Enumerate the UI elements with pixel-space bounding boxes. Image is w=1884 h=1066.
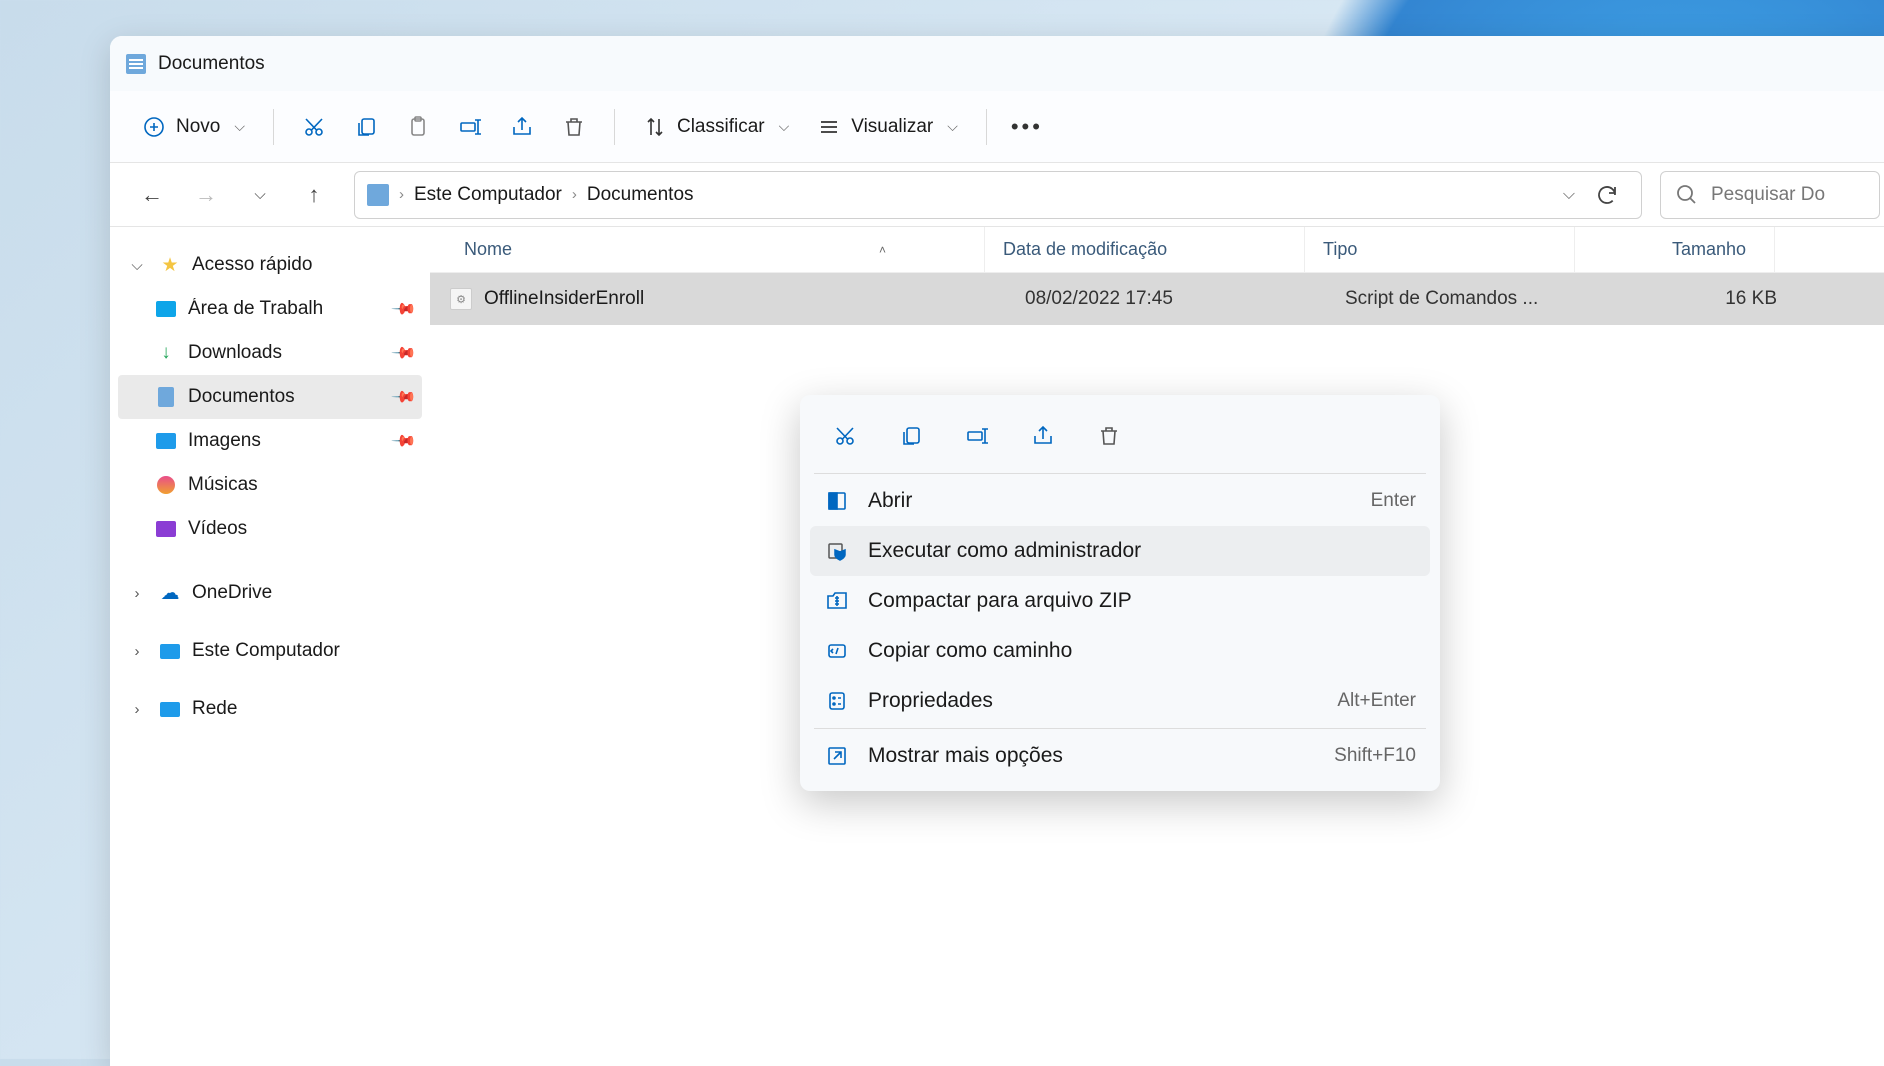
chevron-down-icon: ⌵ [126,257,148,274]
expand-icon [824,743,850,769]
titlebar: Documentos [110,36,1884,91]
pin-icon: 📌 [390,383,418,411]
up-button[interactable]: ↑ [292,173,336,217]
context-menu: Abrir Enter Executar como administrador … [800,395,1440,791]
sidebar-documents[interactable]: Documentos 📌 [118,375,422,419]
column-type[interactable]: Tipo [1305,227,1575,272]
copy-icon [354,115,378,139]
cloud-icon: ☁ [158,581,182,605]
chevron-right-icon: › [126,585,148,602]
file-row[interactable]: ⚙ OfflineInsiderEnroll 08/02/2022 17:45 … [430,273,1884,325]
breadcrumb-current[interactable]: Documentos [587,184,694,206]
properties-icon [824,688,850,714]
column-name[interactable]: Nome˄ [430,227,985,272]
more-icon: ••• [1015,115,1039,139]
sort-icon [643,115,667,139]
path-icon [824,638,850,664]
document-icon [154,385,178,409]
ctx-delete-button[interactable] [1088,415,1130,457]
toolbar: Novo ⌵ Classificar ⌵ Visualizar ⌵ ••• [110,91,1884,163]
chevron-down-icon: ⌵ [779,118,790,135]
more-button[interactable]: ••• [1003,107,1051,147]
file-type: Script de Comandos ... [1327,288,1597,310]
ctx-properties[interactable]: Propriedades Alt+Enter [810,676,1430,726]
rename-button[interactable] [446,107,494,147]
open-icon [824,488,850,514]
search-box[interactable]: Pesquisar Do [1660,171,1880,219]
sidebar-music[interactable]: Músicas [118,463,422,507]
sidebar-thispc[interactable]: › Este Computador [118,629,422,673]
address-bar[interactable]: › Este Computador › Documentos ⌵ [354,171,1642,219]
ctx-share-button[interactable] [1022,415,1064,457]
script-file-icon: ⚙ [450,288,472,310]
chevron-down-icon: ⌵ [234,118,245,135]
paste-button[interactable] [394,107,442,147]
cut-button[interactable] [290,107,338,147]
ctx-compress-zip[interactable]: Compactar para arquivo ZIP [810,576,1430,626]
image-icon [154,429,178,453]
monitor-icon [158,639,182,663]
chevron-right-icon: › [126,701,148,718]
plus-circle-icon [142,115,166,139]
file-size: 16 KB [1597,288,1777,310]
breadcrumb-root[interactable]: Este Computador [414,184,562,206]
sidebar-videos[interactable]: Vídeos [118,507,422,551]
sidebar-pictures[interactable]: Imagens 📌 [118,419,422,463]
view-button[interactable]: Visualizar ⌵ [805,107,970,147]
ctx-copy-path[interactable]: Copiar como caminho [810,626,1430,676]
sort-asc-icon: ˄ [879,243,886,257]
trash-icon [562,115,586,139]
sort-button[interactable]: Classificar ⌵ [631,107,801,147]
zip-icon [824,588,850,614]
ctx-copy-button[interactable] [890,415,932,457]
recent-button[interactable]: ⌵ [238,173,282,217]
chevron-down-icon: ⌵ [947,118,958,135]
share-icon [510,115,534,139]
clipboard-icon [406,115,430,139]
file-name: OfflineInsiderEnroll [484,288,1007,310]
delete-button[interactable] [550,107,598,147]
scissors-icon [302,115,326,139]
star-icon: ★ [158,253,182,277]
sidebar-network[interactable]: › Rede [118,687,422,731]
chevron-down-icon[interactable]: ⌵ [1563,186,1575,204]
window-title: Documentos [158,53,265,75]
folder-icon [367,184,389,206]
music-icon [154,473,178,497]
navbar: ← → ⌵ ↑ › Este Computador › Documentos ⌵… [110,163,1884,227]
share-button[interactable] [498,107,546,147]
sidebar-quick-access[interactable]: ⌵ ★ Acesso rápido [118,243,422,287]
sidebar-desktop[interactable]: Área de Trabalh 📌 [118,287,422,331]
sidebar-downloads[interactable]: ↓ Downloads 📌 [118,331,422,375]
copy-button[interactable] [342,107,390,147]
pin-icon: 📌 [390,339,418,367]
chevron-right-icon: › [126,643,148,660]
column-headers: Nome˄ Data de modificação Tipo Tamanho [430,227,1884,273]
list-icon [817,115,841,139]
ctx-rename-button[interactable] [956,415,998,457]
column-size[interactable]: Tamanho [1575,227,1775,272]
sidebar-onedrive[interactable]: › ☁ OneDrive [118,571,422,615]
ctx-show-more[interactable]: Mostrar mais opções Shift+F10 [810,731,1430,781]
ctx-cut-button[interactable] [824,415,866,457]
download-icon: ↓ [154,341,178,365]
new-button[interactable]: Novo ⌵ [130,107,257,147]
shield-icon [824,538,850,564]
back-button[interactable]: ← [130,173,174,217]
desktop-icon [154,297,178,321]
column-date[interactable]: Data de modificação [985,227,1305,272]
search-icon [1675,183,1699,207]
forward-button[interactable]: → [184,173,228,217]
document-icon [126,54,146,74]
sidebar: ⌵ ★ Acesso rápido Área de Trabalh 📌 ↓ Do… [110,227,430,1066]
rename-icon [458,115,482,139]
pin-icon: 📌 [390,427,418,455]
refresh-button[interactable] [1585,173,1629,217]
ctx-run-as-admin[interactable]: Executar como administrador [810,526,1430,576]
ctx-open[interactable]: Abrir Enter [810,476,1430,526]
file-date: 08/02/2022 17:45 [1007,288,1327,310]
video-icon [154,517,178,541]
pin-icon: 📌 [390,295,418,323]
network-icon [158,697,182,721]
